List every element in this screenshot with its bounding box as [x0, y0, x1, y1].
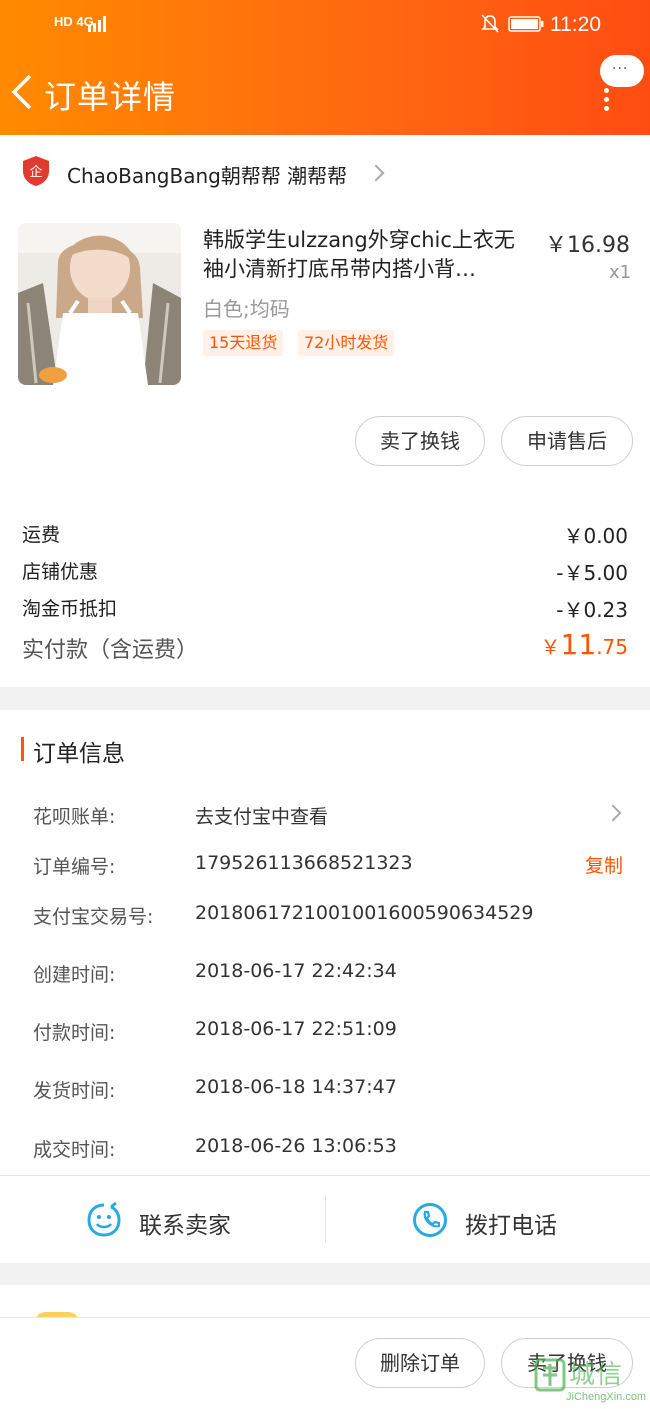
coin-deduction-value: -￥0.23	[556, 598, 628, 622]
product-image[interactable]	[18, 223, 181, 385]
shop-discount-label: 店铺优惠	[22, 561, 99, 583]
paid-time-value: 2018-06-17 22:51:09	[195, 1018, 397, 1040]
resell-button[interactable]: 卖了换钱	[355, 416, 485, 466]
enterprise-shop-icon: 企	[23, 156, 49, 186]
total-paid-label: 实付款（含运费）	[22, 638, 199, 663]
created-time-value: 2018-06-17 22:42:34	[195, 960, 397, 982]
order-number-label: 订单编号:	[33, 856, 116, 878]
tag-shipping-time: 72小时发货	[298, 330, 395, 356]
shop-name-link[interactable]: ChaoBangBang朝帮帮 潮帮帮	[67, 160, 347, 189]
header-bar: HD 4G 11:20 订单详情 ···	[0, 0, 650, 135]
shipped-time-value: 2018-06-18 14:37:47	[195, 1076, 397, 1098]
svg-text:企: 企	[29, 164, 42, 180]
after-sales-button[interactable]: 申请售后	[501, 416, 633, 466]
watermark-logo-icon	[534, 1358, 566, 1392]
product-price: ￥16.98	[545, 233, 630, 258]
delete-order-button[interactable]: 删除订单	[355, 1338, 485, 1388]
total-paid-value: ￥11.75	[541, 628, 628, 661]
call-phone-label[interactable]: 拨打电话	[465, 1206, 557, 1240]
watermark-subtext: JiChengXin.com	[566, 1391, 647, 1403]
completed-time-label: 成交时间:	[33, 1139, 116, 1161]
chat-smile-icon	[87, 1202, 121, 1237]
more-label: ···	[612, 61, 629, 77]
shipping-fee-label: 运费	[22, 524, 61, 546]
huabei-label: 花呗账单:	[33, 806, 116, 828]
copy-order-number-button[interactable]: 复制	[585, 851, 623, 878]
bell-muted-icon	[481, 14, 499, 33]
more-menu-icon[interactable]	[604, 88, 610, 111]
message-bubble-button[interactable]: ···	[600, 55, 644, 87]
total-integer: 11	[560, 628, 597, 661]
order-info-title: 订单信息	[33, 741, 125, 767]
product-title[interactable]: 韩版学生ulzzang外穿chic上衣无袖小清新打底吊带内搭小背…	[203, 226, 533, 284]
completed-time-value: 2018-06-26 13:06:53	[195, 1135, 397, 1157]
back-arrow-icon[interactable]	[10, 72, 40, 112]
signal-icon	[88, 16, 106, 32]
shop-discount-value: -￥5.00	[556, 561, 628, 585]
watermark-text: 城信	[569, 1360, 624, 1390]
created-time-label: 创建时间:	[33, 964, 116, 986]
contact-seller-label[interactable]: 联系卖家	[139, 1206, 231, 1240]
order-number-value: 179526113668521323	[195, 852, 413, 874]
total-currency: ￥	[540, 635, 561, 659]
total-decimal: .75	[596, 635, 628, 659]
battery-icon	[508, 16, 544, 32]
page-title: 订单详情	[44, 78, 177, 116]
status-bar: HD 4G 11:20	[0, 0, 650, 48]
alipay-trade-value: 2018061721001001600590634529	[195, 902, 534, 924]
shipping-fee-value: ￥0.00	[563, 524, 628, 548]
tag-return-policy: 15天退货	[203, 330, 284, 356]
status-time: 11:20	[550, 13, 601, 36]
huabei-link[interactable]: 去支付宝中查看	[195, 802, 328, 829]
divider	[0, 1175, 650, 1176]
section-accent-bar	[21, 737, 24, 761]
product-quantity: x1	[609, 262, 632, 283]
action-divider	[325, 1195, 326, 1243]
paid-time-label: 付款时间:	[33, 1022, 116, 1044]
coin-deduction-label: 淘金币抵扣	[22, 598, 118, 620]
phone-icon	[413, 1203, 447, 1237]
alipay-trade-label: 支付宝交易号:	[33, 906, 154, 928]
shipped-time-label: 发货时间:	[33, 1080, 116, 1102]
product-sku: 白色;均码	[203, 297, 290, 321]
